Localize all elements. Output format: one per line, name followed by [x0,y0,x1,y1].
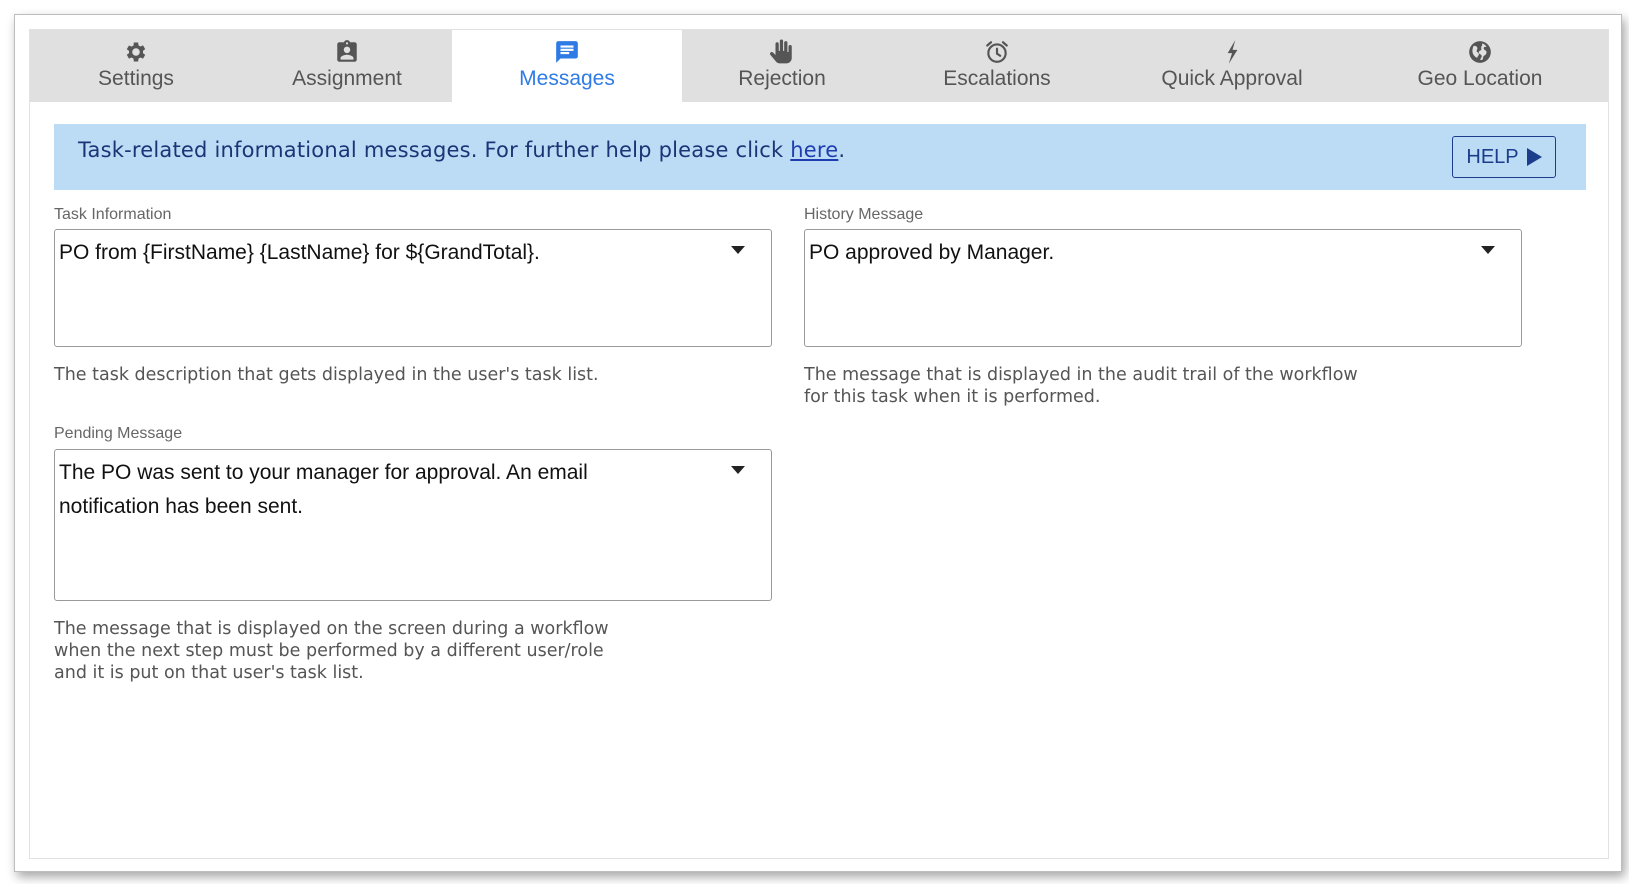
tab-assignment[interactable]: Assignment [242,30,452,102]
pending-message-help: The message that is displayed on the scr… [54,619,609,683]
tab-settings[interactable]: Settings [30,30,242,102]
dropdown-caret-icon[interactable] [731,246,745,254]
dropdown-caret-icon[interactable] [1481,246,1495,254]
task-editor-panel: Settings Assignment Messages Rejection E… [29,29,1609,859]
tab-label: Geo Location [1417,67,1543,90]
info-suffix: . [838,138,846,162]
tab-label: Rejection [738,67,826,90]
tab-rejection[interactable]: Rejection [682,30,882,102]
history-message-value: PO approved by Manager. [809,241,1055,264]
tab-label: Escalations [943,67,1051,90]
task-information-value: PO from {FirstName} {LastName} for ${Gra… [59,241,540,264]
info-banner: Task-related informational messages. For… [54,124,1586,190]
help-button[interactable]: HELP [1452,136,1556,178]
info-message: Task-related informational messages. For… [78,138,791,162]
help-button-label: HELP [1466,145,1519,168]
pending-message-value: The PO was sent to your manager for appr… [59,461,588,518]
message-icon [556,41,578,63]
globe-icon [1469,41,1491,63]
hand-icon [770,39,792,64]
pending-message-label: Pending Message [54,425,183,442]
dropdown-caret-icon[interactable] [731,466,745,474]
pending-message-field[interactable]: The PO was sent to your manager for appr… [54,449,772,601]
tab-quick-approval[interactable]: Quick Approval [1112,30,1352,102]
tab-messages[interactable]: Messages [452,30,682,102]
clipboard-user-icon [337,40,357,62]
task-information-field[interactable]: PO from {FirstName} {LastName} for ${Gra… [54,229,772,347]
tab-label: Quick Approval [1161,67,1303,90]
tab-escalations[interactable]: Escalations [882,30,1112,102]
tab-geo-location[interactable]: Geo Location [1352,30,1608,102]
alarm-clock-icon [986,41,1008,63]
tab-bar: Settings Assignment Messages Rejection E… [30,30,1608,102]
task-information-help: The task description that gets displayed… [54,365,599,385]
task-information-label: Task Information [54,206,172,223]
window-frame: Settings Assignment Messages Rejection E… [14,14,1622,872]
help-link[interactable]: here [790,138,838,162]
tab-label: Settings [98,67,174,90]
info-text: Task-related informational messages. For… [78,138,845,162]
gear-icon [126,42,146,62]
history-message-help: The message that is displayed in the aud… [804,365,1358,407]
lightning-icon [1227,40,1238,64]
history-message-label: History Message [804,206,924,223]
tab-label: Messages [519,67,615,90]
play-icon [1526,148,1542,166]
history-message-field[interactable]: PO approved by Manager. [804,229,1522,347]
tab-label: Assignment [292,67,402,90]
